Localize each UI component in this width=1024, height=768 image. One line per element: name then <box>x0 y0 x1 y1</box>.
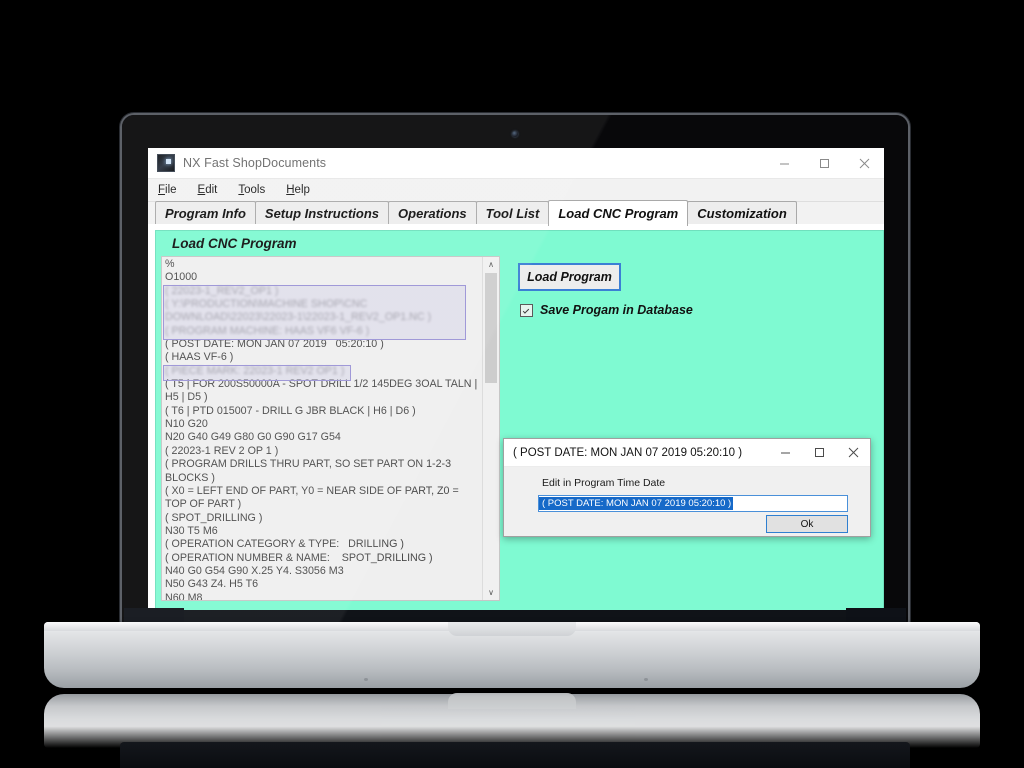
scroll-up-arrow-icon[interactable]: ∧ <box>483 257 499 272</box>
cnc-code-line: % <box>165 258 175 270</box>
tab-load-cnc-program[interactable]: Load CNC Program <box>548 200 689 226</box>
cnc-code-line: ( 22023-1 REV 2 OP 1 ) <box>165 444 279 457</box>
application-window: NX Fast ShopDocuments File Edit Tools He… <box>148 148 884 612</box>
scroll-down-arrow-icon[interactable]: ∨ <box>483 585 499 600</box>
maximize-button[interactable] <box>804 148 844 178</box>
webcam-icon <box>512 131 518 137</box>
cnc-code-line: ( T5 | FOR 200S50000A - SPOT DRILL 1/2 1… <box>165 378 481 404</box>
menu-tools[interactable]: Tools <box>238 184 265 196</box>
menu-help-rest: elp <box>294 184 310 196</box>
load-program-button[interactable]: Load Program <box>518 263 621 291</box>
time-date-input[interactable]: ( POST DATE: MON JAN 07 2019 05:20:10 ) <box>538 495 848 512</box>
menu-help-accel: H <box>286 184 295 196</box>
laptop-lid: NX Fast ShopDocuments File Edit Tools He… <box>120 113 910 625</box>
laptop-hinge-cap-left <box>124 608 184 622</box>
laptop-base-foot-left <box>364 678 368 681</box>
window-title: NX Fast ShopDocuments <box>183 156 327 170</box>
laptop-bezel: NX Fast ShopDocuments File Edit Tools He… <box>122 115 908 623</box>
dialog-window-controls <box>768 439 870 466</box>
laptop-base <box>44 622 980 688</box>
laptop-base-notch <box>448 622 576 636</box>
tab-content: Load CNC Program % O1000( 22023-1_REV2_OP… <box>148 224 884 612</box>
cnc-code-line: ( OPERATION CATEGORY & TYPE: DRILLING ) <box>165 538 404 551</box>
cnc-code-line: ( Y:\PRODUCTION\MACHINE SHOP\CNC DOWNLOA… <box>165 298 432 324</box>
window-controls <box>764 148 884 178</box>
dialog-titlebar[interactable]: ( POST DATE: MON JAN 07 2019 05:20:10 ) <box>504 439 870 467</box>
cnc-code-line: ( X0 = LEFT END OF PART, Y0 = NEAR SIDE … <box>165 484 462 511</box>
close-button[interactable] <box>844 148 884 178</box>
menu-file-rest: ile <box>165 184 177 196</box>
cnc-code-line: N60 M8 <box>165 591 203 601</box>
cnc-code-line: ( 22023-1_REV2_OP1 ) <box>165 284 279 297</box>
cnc-code-line: ( PIECE MARK: 22023-1 REV2 OP1 ) <box>165 364 345 377</box>
dialog-minimize-button[interactable] <box>768 439 802 466</box>
cnc-program-textarea[interactable]: % O1000( 22023-1_REV2_OP1 )( Y:\PRODUCTIO… <box>161 256 500 601</box>
window-titlebar[interactable]: NX Fast ShopDocuments <box>148 148 884 179</box>
cnc-program-text: % O1000( 22023-1_REV2_OP1 )( Y:\PRODUCTIO… <box>165 258 483 601</box>
app-icon <box>157 154 175 172</box>
tab-customization[interactable]: Customization <box>687 201 797 225</box>
menu-edit-rest: dit <box>205 184 218 196</box>
cnc-code-line: ( SPOT_DRILLING ) <box>165 511 263 524</box>
menu-tools-rest: ools <box>244 184 266 196</box>
dialog-field-label: Edit in Program Time Date <box>542 477 666 489</box>
save-in-database-label: Save Progam in Database <box>540 303 693 317</box>
menu-edit[interactable]: Edit <box>198 184 218 196</box>
tab-operations[interactable]: Operations <box>388 201 477 225</box>
screenshot-root: NX Fast ShopDocuments File Edit Tools He… <box>0 0 1024 768</box>
cnc-code-line: ( T6 | PTD 015007 - DRILL G JBR BLACK | … <box>165 404 416 417</box>
tab-setup-instructions[interactable]: Setup Instructions <box>254 201 390 225</box>
dialog-close-button[interactable] <box>836 439 870 466</box>
tab-tool-list[interactable]: Tool List <box>475 201 550 225</box>
laptop-base-foot-right <box>644 678 648 681</box>
dialog-ok-button[interactable]: Ok <box>766 515 848 533</box>
tabstrip: Program Info Setup Instructions Operatio… <box>148 200 884 226</box>
cnc-code-line: N40 G0 G54 G90 X.25 Y4. S3056 M3 <box>165 564 344 577</box>
cnc-code-line: ( POST DATE: MON JAN 07 2019 05:20:10 ) <box>165 338 384 351</box>
menubar: File Edit Tools Help <box>148 179 884 202</box>
load-cnc-program-panel: Load CNC Program % O1000( 22023-1_REV2_OP… <box>155 230 884 612</box>
minimize-button[interactable] <box>764 148 804 178</box>
laptop-hinge-cap-right <box>846 608 906 622</box>
cnc-code-line: N10 G20 <box>165 418 208 431</box>
laptop-reflection <box>44 693 980 748</box>
menu-file[interactable]: File <box>158 184 177 196</box>
dialog-maximize-button[interactable] <box>802 439 836 466</box>
cnc-code-line: N30 T5 M6 <box>165 524 218 537</box>
save-in-database-row[interactable]: Save Progam in Database <box>520 303 693 317</box>
cnc-program-scrollbar[interactable]: ∧ ∨ <box>482 257 499 600</box>
cnc-code-line: ( HAAS VF-6 ) <box>165 351 234 364</box>
dialog-title: ( POST DATE: MON JAN 07 2019 05:20:10 ) <box>513 446 743 459</box>
laptop-screen: NX Fast ShopDocuments File Edit Tools He… <box>148 148 884 612</box>
panel-title: Load CNC Program <box>172 236 297 251</box>
cnc-code-line: N50 G43 Z4. H5 T6 <box>165 578 259 591</box>
cnc-code-line: ( PROGRAM DRILLS THRU PART, SO SET PART … <box>165 458 455 484</box>
cnc-code-line: O1000 <box>165 271 198 284</box>
cnc-code-line: ( PROGRAM MACHINE: HAAS VF6 VF-6 ) <box>165 324 370 337</box>
time-date-input-value: ( POST DATE: MON JAN 07 2019 05:20:10 ) <box>539 497 734 510</box>
tab-program-info[interactable]: Program Info <box>155 201 256 225</box>
laptop-reflection-lid <box>120 742 910 768</box>
cnc-code-line: N20 G40 G49 G80 G0 G90 G17 G54 <box>165 431 341 444</box>
menu-file-accel: F <box>158 184 166 196</box>
cnc-code-line: ( OPERATION NUMBER & NAME: SPOT_DRILLING… <box>165 551 433 564</box>
laptop-reflection-notch <box>448 693 576 709</box>
edit-time-date-dialog: ( POST DATE: MON JAN 07 2019 05:20:10 ) <box>503 438 871 537</box>
menu-help[interactable]: Help <box>286 184 310 196</box>
scrollbar-thumb[interactable] <box>485 273 497 383</box>
save-in-database-checkbox[interactable] <box>520 303 533 317</box>
